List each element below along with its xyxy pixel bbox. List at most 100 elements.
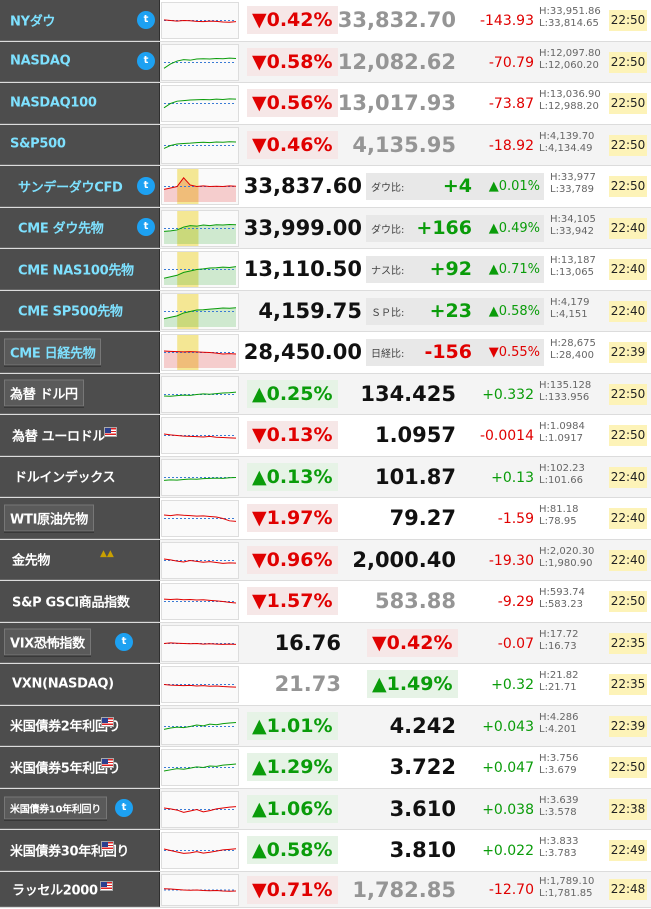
row-name-cell[interactable]: 為替 ドル円	[0, 373, 160, 414]
update-time: 22:50	[609, 93, 647, 114]
market-row-nydow[interactable]: NYダウ t ▼0.42% 33,832.70 -143.93 H:33,951.…	[0, 0, 651, 42]
low-value: L:12,060.20	[539, 59, 599, 71]
market-row-usdjpy[interactable]: 為替 ドル円 ▲0.25% 134.425 +0.332 H:135.128 L:…	[0, 373, 651, 415]
market-row-nasdaq[interactable]: NASDAQ t ▼0.58% 12,082.62 -70.79 H:12,097…	[0, 41, 651, 83]
twitter-icon[interactable]: t	[137, 52, 155, 71]
row-name[interactable]: ドルインデックス	[14, 467, 116, 486]
price: 12,082.62	[337, 49, 456, 74]
row-name-cell[interactable]: 金先物 ▲▲	[0, 539, 160, 580]
row-name[interactable]: NASDAQ	[10, 54, 71, 69]
market-row-cme-nas100[interactable]: CME NAS100先物 13,110.50 ナス比: +92 ▲0.71% H…	[0, 249, 651, 291]
low-value: L:4,151	[550, 308, 588, 320]
market-row-vxn[interactable]: VXN(NASDAQ) 21.73 ▲1.49% +0.32 H:21.82 L:…	[0, 664, 651, 706]
change-percent: ▼0.42%	[247, 6, 338, 34]
row-name-cell[interactable]: NASDAQ100	[0, 83, 160, 124]
market-row-eurusd[interactable]: 為替 ユーロドル ▼0.13% 1.0957 -0.0014 H:1.0984 L…	[0, 415, 651, 457]
market-row-sp500[interactable]: S&P500 ▼0.46% 4,135.95 -18.92 H:4,139.70…	[0, 124, 651, 166]
high-value: H:1,789.10	[539, 875, 595, 887]
market-row-us30y[interactable]: 米国債券30年利回り ▲0.58% 3.810 +0.022 H:3.833 L:…	[0, 830, 651, 872]
row-name-cell[interactable]: VXN(NASDAQ)	[0, 664, 160, 705]
market-row-nasdaq100[interactable]: NASDAQ100 ▼0.56% 13,017.93 -73.87 H:13,0…	[0, 83, 651, 125]
price: 4,159.75	[258, 298, 362, 323]
change-percent: ▼0.42%	[367, 628, 458, 657]
row-name[interactable]: NYダウ	[10, 10, 55, 29]
row-name-cell[interactable]: CME 日経先物	[0, 332, 160, 373]
change-points: +0.32	[491, 677, 534, 693]
row-name-cell[interactable]: ドルインデックス	[0, 456, 160, 497]
high-low: H:13,036.90 L:12,988.20	[539, 89, 605, 113]
row-name[interactable]: WTI原油先物	[4, 504, 94, 532]
row-name-cell[interactable]: S&P GSCI商品指数	[0, 581, 160, 622]
low-value: L:3.679	[539, 765, 577, 776]
change-percent: ▼1.57%	[247, 587, 338, 615]
row-name[interactable]: 金先物	[12, 550, 50, 569]
mini-chart	[161, 749, 239, 786]
row-name[interactable]: サンデーダウCFD	[18, 176, 123, 195]
row-name-cell[interactable]: NYダウ t	[0, 0, 160, 41]
twitter-icon[interactable]: t	[115, 633, 133, 652]
twitter-icon[interactable]: t	[115, 799, 133, 818]
twitter-icon[interactable]: t	[137, 218, 155, 237]
low-value: L:133.956	[539, 391, 590, 403]
market-row-sp-gsci[interactable]: S&P GSCI商品指数 ▼1.57% 583.88 -9.29 H:593.7…	[0, 581, 651, 623]
market-row-cme-sp500[interactable]: CME SP500先物 4,159.75 ＳＰ比: +23 ▲0.58% H:4…	[0, 290, 651, 332]
change-points: -73.87	[488, 96, 534, 112]
market-row-us5y[interactable]: 米国債券5年利回り ▲1.29% 3.722 +0.047 H:3.756 L:3…	[0, 747, 651, 789]
row-name[interactable]: CME SP500先物	[18, 301, 123, 320]
row-name-cell[interactable]: 米国債券30年利回り	[0, 830, 160, 871]
market-row-cme-dow[interactable]: CME ダウ先物 t 33,999.00 ダウ比: +166 ▲0.49% H:3…	[0, 207, 651, 249]
row-name[interactable]: CME NAS100先物	[18, 259, 134, 278]
market-row-us2y[interactable]: 米国債券2年利回り ▲1.01% 4.242 +0.043 H:4.286 L:4…	[0, 705, 651, 747]
row-name-cell[interactable]: サンデーダウCFD t	[0, 166, 160, 207]
low-value: L:28,400	[550, 350, 594, 361]
row-name[interactable]: 米国債券10年利回り	[4, 796, 107, 820]
sparkline	[163, 140, 237, 149]
market-row-sunday-dow[interactable]: サンデーダウCFD t 33,837.60 ダウ比: +4 ▲0.01% H:33…	[0, 166, 651, 208]
low-value: L:1,980.90	[539, 557, 593, 569]
row-name[interactable]: ラッセル2000	[12, 879, 98, 898]
row-name-cell[interactable]: 米国債券10年利回り t	[0, 788, 160, 829]
row-name[interactable]: 為替 ドル円	[4, 379, 84, 407]
row-name-cell[interactable]: S&P500	[0, 124, 160, 165]
twitter-icon[interactable]: t	[137, 176, 155, 195]
row-name-cell[interactable]: CME SP500先物	[0, 290, 160, 331]
row-name-cell[interactable]: 為替 ユーロドル	[0, 415, 160, 456]
change-percent: ▼1.97%	[247, 504, 338, 532]
row-name[interactable]: CME 日経先物	[4, 338, 102, 366]
ratio-box: ダウ比: +166 ▲0.49%	[366, 214, 544, 242]
price: 28,450.00	[243, 340, 362, 364]
row-name-cell[interactable]: WTI原油先物	[0, 498, 160, 539]
change-percent: ▲0.58%	[247, 836, 338, 864]
mini-chart	[161, 666, 239, 703]
market-row-us10y[interactable]: 米国債券10年利回り t ▲1.06% 3.610 +0.038 H:3.639 L…	[0, 788, 651, 830]
row-name-cell[interactable]: VIX恐怖指数 t	[0, 622, 160, 663]
row-name[interactable]: S&P GSCI商品指数	[12, 591, 130, 610]
market-row-gold[interactable]: 金先物 ▲▲ ▼0.96% 2,000.40 -19.30 H:2,020.30 L…	[0, 539, 651, 581]
row-name-cell[interactable]: 米国債券5年利回り	[0, 747, 160, 788]
row-name-cell[interactable]: CME NAS100先物	[0, 249, 160, 290]
row-name-cell[interactable]: 米国債券2年利回り	[0, 705, 160, 746]
row-name[interactable]: VXN(NASDAQ)	[12, 676, 114, 691]
sparkline	[163, 887, 237, 892]
row-name[interactable]: S&P500	[10, 137, 66, 152]
row-name[interactable]: NASDAQ100	[10, 95, 97, 110]
twitter-icon[interactable]: t	[137, 10, 155, 29]
row-name[interactable]: 為替 ユーロドル	[12, 425, 105, 444]
market-row-vix[interactable]: VIX恐怖指数 t 16.76 ▼0.42% -0.07 H:17.72 L:16.…	[0, 622, 651, 664]
row-name-cell[interactable]: CME ダウ先物 t	[0, 207, 160, 248]
row-name-cell[interactable]: NASDAQ t	[0, 41, 160, 82]
change-points: -9.29	[497, 594, 534, 610]
market-row-wti[interactable]: WTI原油先物 ▼1.97% 79.27 -1.59 H:81.18 L:78.9…	[0, 498, 651, 540]
row-name[interactable]: VIX恐怖指数	[4, 628, 91, 656]
sparkline-line	[163, 433, 237, 439]
price: 3.610	[389, 796, 456, 821]
row-name-cell[interactable]: ラッセル2000	[0, 871, 160, 907]
sparkline	[163, 252, 237, 287]
market-row-cme-nikkei[interactable]: CME 日経先物 28,450.00 日経比: -156 ▼0.55% H:28…	[0, 332, 651, 374]
price: 21.73	[274, 672, 341, 696]
market-row-dollar-index[interactable]: ドルインデックス ▲0.13% 101.87 +0.13 H:102.23 L:1…	[0, 456, 651, 498]
market-row-russell2000[interactable]: ラッセル2000 ▼0.71% 1,782.85 -12.70 H:1,789.…	[0, 871, 651, 908]
price: 13,110.50	[243, 257, 362, 281]
row-name[interactable]: CME ダウ先物	[18, 218, 104, 237]
mini-chart	[161, 624, 239, 662]
